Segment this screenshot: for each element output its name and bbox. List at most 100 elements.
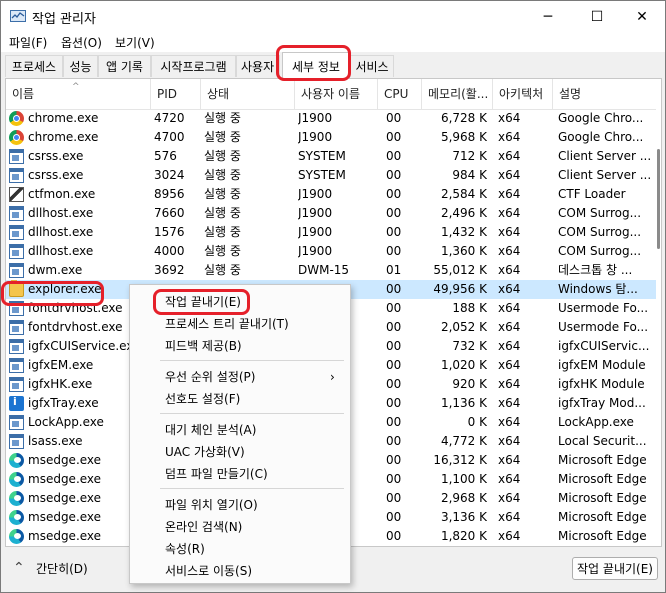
tab-app-history[interactable]: 앱 기록 — [98, 55, 151, 77]
name-cell: dllhost.exe — [28, 244, 94, 258]
architecture-cell: x64 — [498, 396, 521, 410]
memory-cell: 6,728 K — [440, 111, 487, 125]
ctx-analyze-wait-chain[interactable]: 대기 체인 분석(A) — [130, 419, 350, 441]
cpu-cell: 00 — [386, 206, 402, 220]
window-icon — [9, 377, 24, 392]
description-cell: Local Securit... — [558, 434, 647, 448]
ctx-set-priority[interactable]: 우선 순위 설정(P) › — [130, 366, 350, 388]
cpu-cell: 00 — [386, 301, 402, 315]
column-header-architecture[interactable]: 아키텍처 — [493, 79, 553, 109]
table-row[interactable]: dwm.exe 3692 실행 중 DWM-15 01 55,012 K x64 데스크톱 창… — [6, 261, 656, 280]
scrollbar-thumb[interactable] — [657, 149, 660, 249]
memory-cell: 55,012 K — [433, 263, 487, 277]
pid-cell: 4720 — [154, 111, 185, 125]
memory-cell: 1,136 K — [440, 396, 487, 410]
pid-cell: 4700 — [154, 130, 185, 144]
ctx-uac-virtualization[interactable]: UAC 가상화(V) — [130, 441, 350, 463]
menu-options[interactable]: 옵션(O) — [61, 34, 102, 51]
description-cell: Microsoft Edge — [558, 510, 647, 524]
architecture-cell: x64 — [498, 510, 521, 524]
table-row[interactable]: csrss.exe 576 실행 중 SYSTEM 00 712 K x64 Client S… — [6, 147, 656, 166]
title-bar[interactable]: 작업 관리자 ─ ☐ ✕ — [1, 1, 665, 32]
chevron-up-icon[interactable]: ⌃ — [13, 560, 25, 576]
tab-performance[interactable]: 성능 — [63, 55, 98, 77]
table-row[interactable]: chrome.exe 4720 실행 중 J1900 00 6,728 K x64 Googl… — [6, 109, 656, 128]
user-cell: J1900 — [298, 225, 333, 239]
pid-cell: 3024 — [154, 168, 185, 182]
description-cell: igfxHK Module — [558, 377, 645, 391]
cpu-cell: 00 — [386, 149, 402, 163]
description-cell: Microsoft Edge — [558, 472, 647, 486]
cpu-cell: 00 — [386, 472, 402, 486]
memory-cell: 1,020 K — [440, 358, 487, 372]
tab-startup[interactable]: 시작프로그램 — [151, 55, 236, 77]
ctx-search-online[interactable]: 온라인 검색(N) — [130, 516, 350, 538]
column-header-description[interactable]: 설명 — [553, 79, 656, 109]
architecture-cell: x64 — [498, 320, 521, 334]
cpu-cell: 00 — [386, 339, 402, 353]
collapse-details-link[interactable]: 간단히(D) — [36, 560, 88, 577]
ctx-item-label: 프로세스 트리 끝내기(T) — [165, 317, 289, 331]
ctx-end-process-tree[interactable]: 프로세스 트리 끝내기(T) — [130, 313, 350, 335]
pid-cell: 7660 — [154, 206, 185, 220]
column-header-status[interactable]: 상태 — [201, 79, 295, 109]
cpu-cell: 00 — [386, 510, 402, 524]
ctx-separator — [160, 413, 344, 414]
close-button[interactable]: ✕ — [619, 1, 665, 32]
user-cell: J1900 — [298, 187, 333, 201]
close-icon: ✕ — [636, 8, 648, 25]
ctx-open-file-location[interactable]: 파일 위치 열기(O) — [130, 494, 350, 516]
table-row[interactable]: ctfmon.exe 8956 실행 중 J1900 00 2,584 K x64 CTF L… — [6, 185, 656, 204]
memory-cell: 920 K — [452, 377, 487, 391]
ctx-create-dump-file[interactable]: 덤프 파일 만들기(C) — [130, 463, 350, 485]
maximize-button[interactable]: ☐ — [574, 1, 620, 32]
minimize-button[interactable]: ─ — [525, 1, 571, 32]
pid-cell: 576 — [154, 149, 177, 163]
description-cell: COM Surrog... — [558, 225, 642, 239]
cpu-cell: 00 — [386, 434, 402, 448]
table-row[interactable]: dllhost.exe 7660 실행 중 J1900 00 2,496 K x64 COM … — [6, 204, 656, 223]
column-header-cpu[interactable]: CPU — [378, 79, 422, 109]
user-cell: J1900 — [298, 111, 333, 125]
table-row[interactable]: dllhost.exe 1576 실행 중 J1900 00 1,432 K x64 COM … — [6, 223, 656, 242]
ctx-properties[interactable]: 속성(R) — [130, 538, 350, 560]
ctx-give-feedback[interactable]: 피드백 제공(B) — [130, 335, 350, 357]
description-cell: Windows 탐... — [558, 282, 638, 296]
menu-view[interactable]: 보기(V) — [115, 34, 155, 51]
end-task-button[interactable]: 작업 끝내기(E) — [572, 557, 658, 580]
tab-users[interactable]: 사용자 — [236, 55, 280, 77]
cpu-cell: 00 — [386, 529, 402, 543]
architecture-cell: x64 — [498, 168, 521, 182]
ctx-go-to-services[interactable]: 서비스로 이동(S) — [130, 560, 350, 582]
description-cell: COM Surrog... — [558, 244, 642, 258]
architecture-cell: x64 — [498, 472, 521, 486]
memory-cell: 188 K — [452, 301, 487, 315]
ctx-item-label: 속성(R) — [165, 542, 205, 556]
user-cell: J1900 — [298, 130, 333, 144]
tray-icon — [9, 395, 24, 411]
cpu-cell: 00 — [386, 282, 402, 296]
tab-processes[interactable]: 프로세스 — [5, 55, 63, 77]
ctx-item-label: 서비스로 이동(S) — [165, 564, 253, 578]
ctx-set-affinity[interactable]: 선호도 설정(F) — [130, 388, 350, 410]
window-icon — [9, 339, 24, 354]
tab-services[interactable]: 서비스 — [350, 55, 394, 77]
architecture-cell: x64 — [498, 453, 521, 467]
table-row[interactable]: csrss.exe 3024 실행 중 SYSTEM 00 984 K x64 Client … — [6, 166, 656, 185]
table-row[interactable]: chrome.exe 4700 실행 중 J1900 00 5,968 K x64 Googl… — [6, 128, 656, 147]
column-header-pid[interactable]: PID — [151, 79, 201, 109]
menu-file[interactable]: 파일(F) — [9, 34, 47, 51]
highlight-end-task-item — [153, 289, 250, 315]
window-icon — [9, 358, 24, 373]
cpu-cell: 00 — [386, 453, 402, 467]
pid-cell: 4000 — [154, 244, 185, 258]
status-cell: 실행 중 — [204, 168, 241, 182]
architecture-cell: x64 — [498, 206, 521, 220]
column-header-memory[interactable]: 메모리(활... — [422, 79, 493, 109]
column-header-user[interactable]: 사용자 이름 — [295, 79, 378, 109]
table-row[interactable]: dllhost.exe 4000 실행 중 J1900 00 1,360 K x64 COM … — [6, 242, 656, 261]
status-cell: 실행 중 — [204, 149, 241, 163]
vertical-scrollbar[interactable] — [656, 79, 661, 546]
name-cell: dllhost.exe — [28, 206, 94, 220]
architecture-cell: x64 — [498, 244, 521, 258]
